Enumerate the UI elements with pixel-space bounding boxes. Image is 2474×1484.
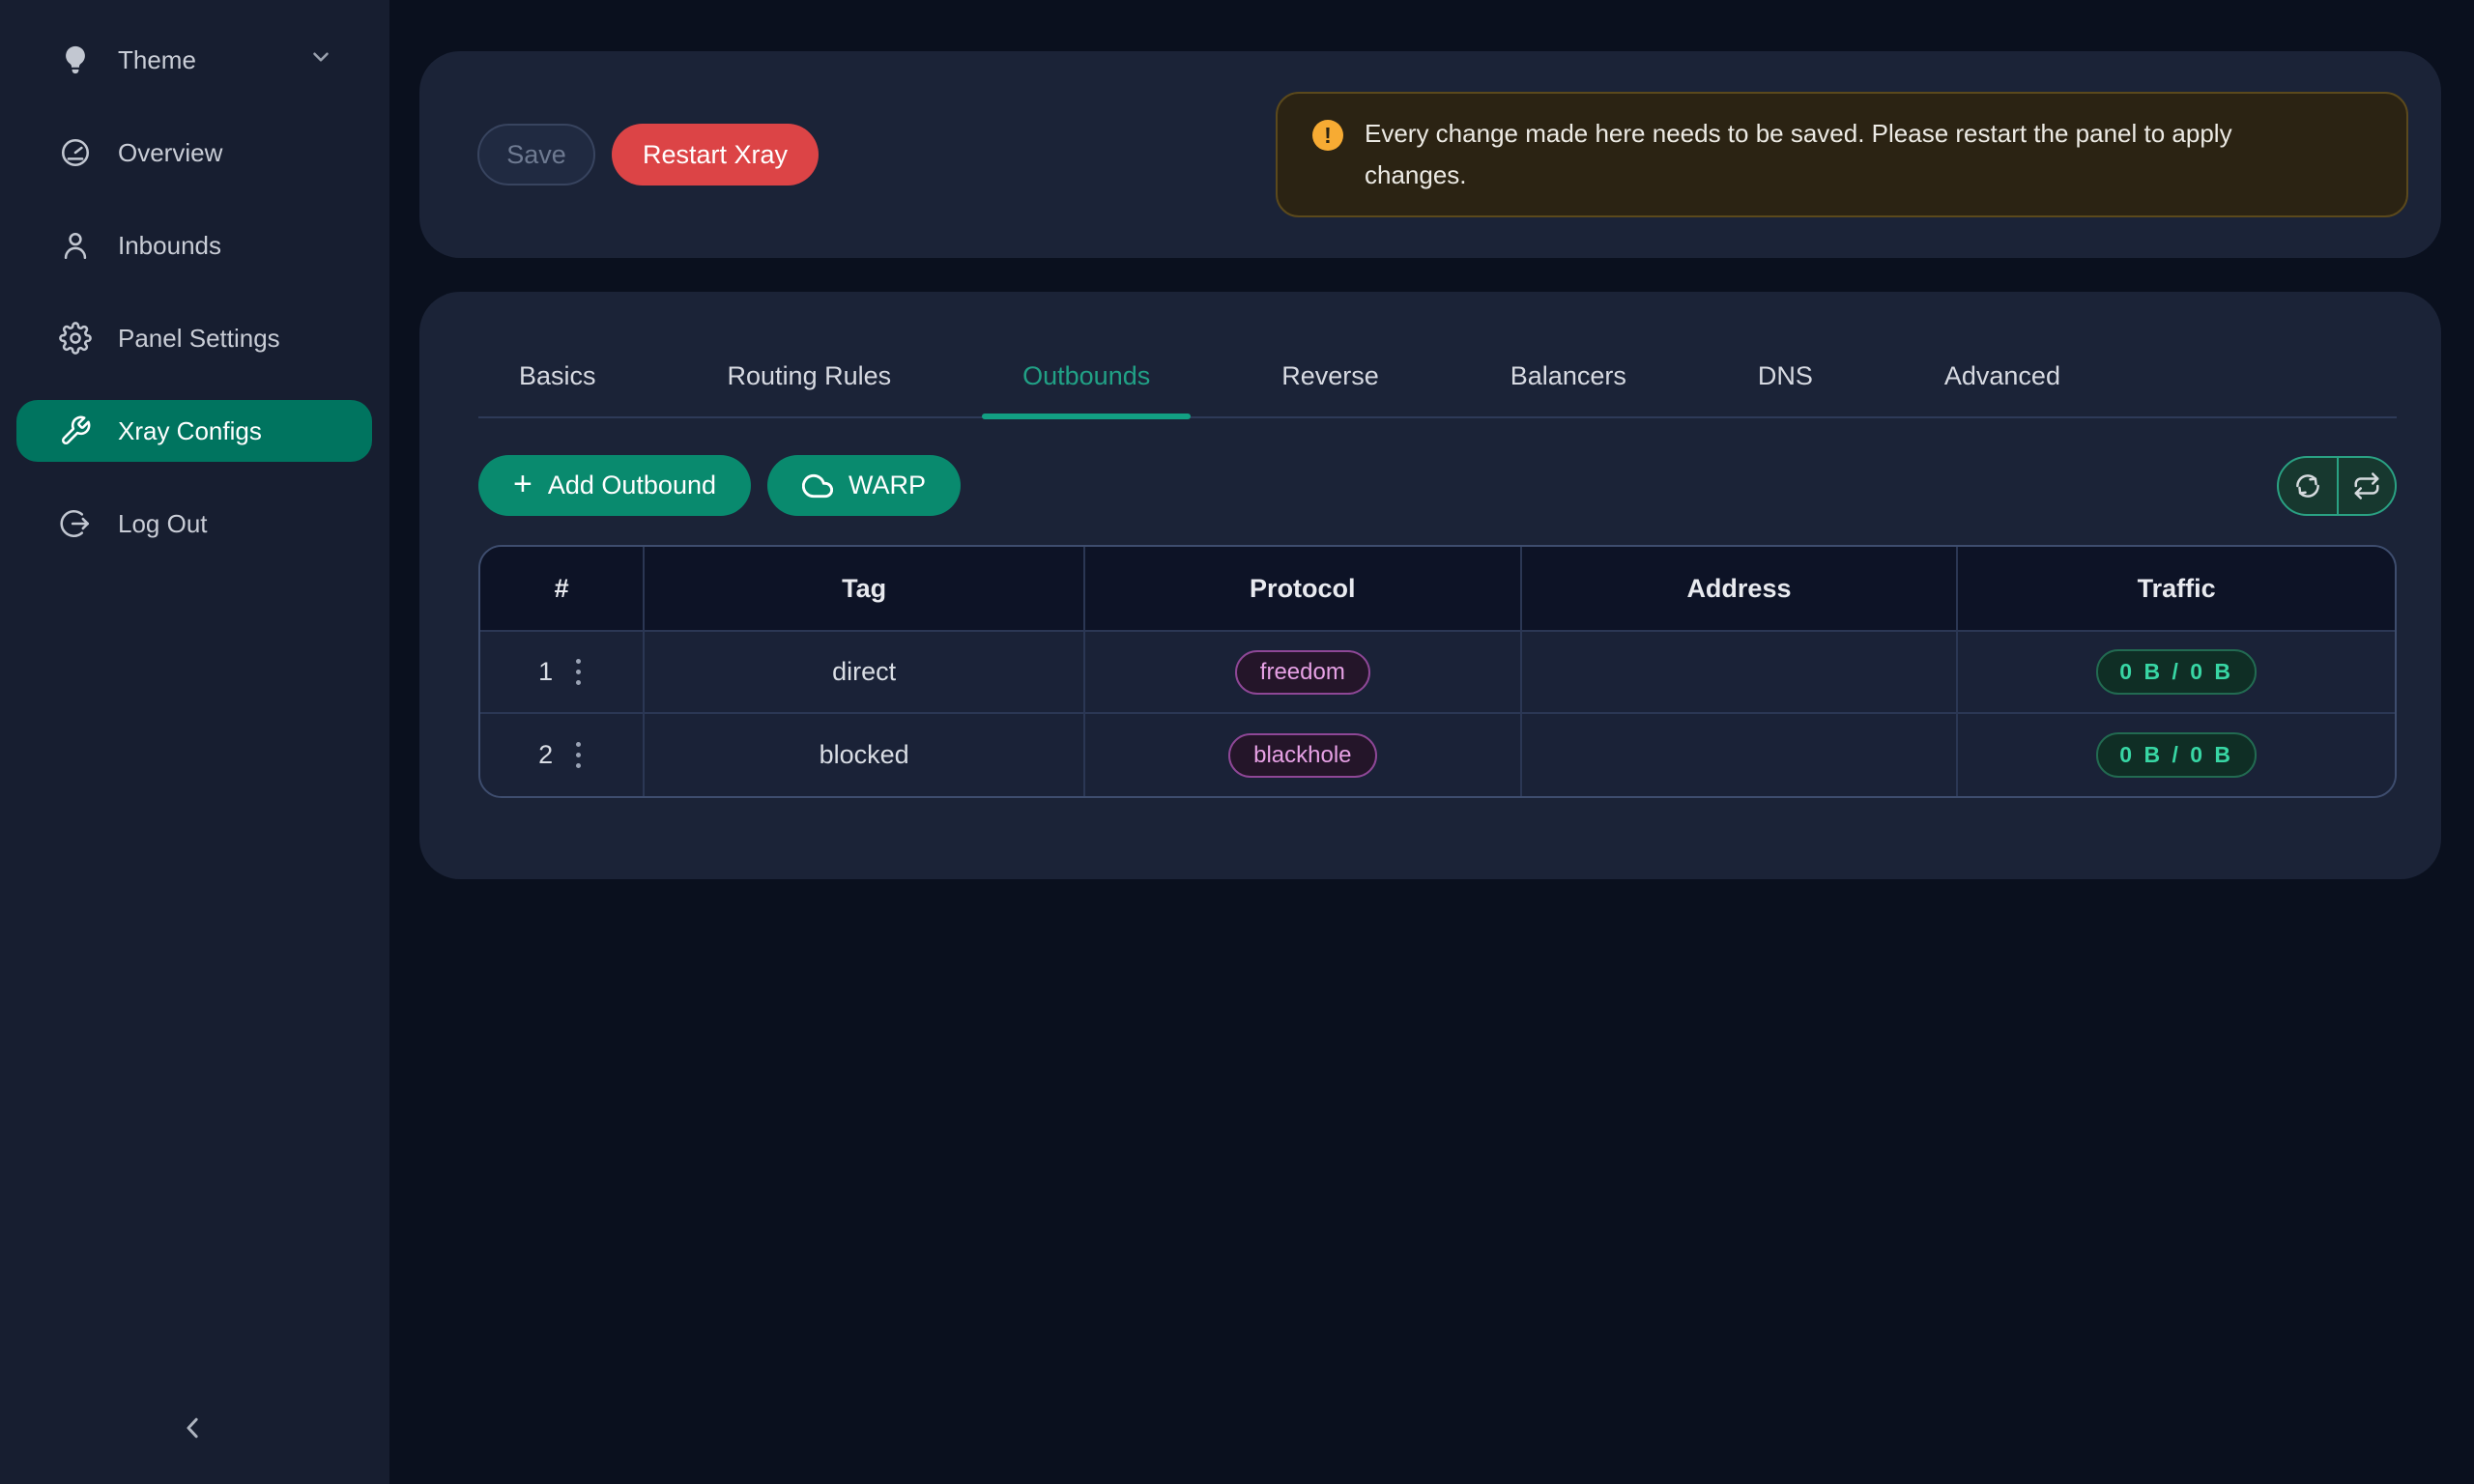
chevron-down-icon: [308, 44, 333, 76]
tab-reverse[interactable]: Reverse: [1241, 346, 1420, 416]
warning-alert-message: Every change made here needs to be saved…: [1365, 113, 2321, 196]
tab-advanced[interactable]: Advanced: [1904, 346, 2101, 416]
tab-dns[interactable]: DNS: [1717, 346, 1854, 416]
sidebar-item-inbounds[interactable]: Inbounds: [0, 214, 372, 276]
user-icon: [58, 228, 93, 263]
row-address: [1522, 714, 1959, 796]
tab-routing-rules[interactable]: Routing Rules: [687, 346, 933, 416]
sidebar-item-label: Inbounds: [118, 231, 221, 261]
table-header-row: # Tag Protocol Address Traffic: [480, 547, 2395, 632]
row-tag: blocked: [645, 714, 1085, 796]
sidebar: Theme Overview Inbounds: [0, 0, 389, 1484]
add-outbound-label: Add Outbound: [548, 471, 716, 500]
sidebar-item-panel-settings[interactable]: Panel Settings: [0, 307, 372, 369]
cloud-icon: [802, 471, 833, 501]
protocol-badge: freedom: [1235, 650, 1370, 695]
outbounds-table: # Tag Protocol Address Traffic 1: [478, 545, 2397, 798]
row-menu-icon[interactable]: [572, 738, 585, 772]
toolbar-button-group: Save Restart Xray: [477, 124, 819, 186]
plus-icon: +: [513, 468, 532, 500]
column-header-address: Address: [1522, 547, 1959, 632]
gear-icon: [58, 321, 93, 356]
sync-icon: [2293, 471, 2322, 500]
tab-balancers[interactable]: Balancers: [1470, 346, 1667, 416]
sidebar-collapse-button[interactable]: [166, 1403, 220, 1457]
main-content: Save Restart Xray ! Every change made he…: [389, 0, 2474, 1484]
sidebar-item-label: Theme: [118, 45, 196, 75]
save-button[interactable]: Save: [477, 124, 595, 186]
table-row: 2 blocked blackhole 0 B / 0 B: [480, 714, 2395, 796]
tab-basics[interactable]: Basics: [478, 346, 637, 416]
protocol-badge: blackhole: [1228, 733, 1376, 778]
lightbulb-icon: [58, 43, 93, 77]
toolbar-card: Save Restart Xray ! Every change made he…: [419, 51, 2441, 258]
sidebar-item-xray-configs[interactable]: Xray Configs: [16, 400, 372, 462]
traffic-badge: 0 B / 0 B: [2096, 732, 2257, 778]
config-tabs: Basics Routing Rules Outbounds Reverse B…: [478, 346, 2397, 418]
app-root: Theme Overview Inbounds: [0, 0, 2474, 1484]
sidebar-item-label: Panel Settings: [118, 324, 280, 354]
warning-alert: ! Every change made here needs to be sav…: [1276, 92, 2408, 217]
logout-icon: [58, 506, 93, 541]
column-header-traffic: Traffic: [1958, 547, 2395, 632]
sidebar-item-label: Overview: [118, 138, 222, 168]
warning-icon: !: [1312, 120, 1343, 151]
sidebar-item-theme[interactable]: Theme: [0, 29, 372, 91]
sidebar-item-log-out[interactable]: Log Out: [0, 493, 372, 555]
restart-xray-button[interactable]: Restart Xray: [612, 124, 819, 186]
table-refresh-group: [2277, 456, 2397, 516]
column-header-tag: Tag: [645, 547, 1085, 632]
tab-outbounds[interactable]: Outbounds: [982, 346, 1191, 416]
repeat-icon: [2352, 471, 2381, 500]
row-menu-icon[interactable]: [572, 655, 585, 689]
add-outbound-button[interactable]: + Add Outbound: [478, 455, 751, 516]
warp-label: WARP: [849, 471, 926, 500]
row-index: 2: [538, 740, 553, 770]
sidebar-item-label: Log Out: [118, 509, 208, 539]
traffic-badge: 0 B / 0 B: [2096, 649, 2257, 695]
dashboard-gauge-icon: [58, 135, 93, 170]
chevron-left-icon: [179, 1413, 208, 1447]
table-row: 1 direct freedom 0 B / 0 B: [480, 632, 2395, 714]
sidebar-item-label: Xray Configs: [118, 416, 262, 446]
row-tag: direct: [645, 632, 1085, 714]
row-index: 1: [538, 657, 553, 687]
column-header-num: #: [480, 547, 645, 632]
outbounds-actions-row: + Add Outbound WARP: [478, 455, 2397, 516]
reload-button[interactable]: [2337, 458, 2395, 514]
warp-button[interactable]: WARP: [767, 455, 961, 516]
sidebar-item-overview[interactable]: Overview: [0, 122, 372, 184]
row-address: [1522, 632, 1959, 714]
column-header-protocol: Protocol: [1085, 547, 1522, 632]
xray-config-card: Basics Routing Rules Outbounds Reverse B…: [419, 292, 2441, 879]
wrench-icon: [58, 414, 93, 448]
refresh-button[interactable]: [2279, 458, 2337, 514]
